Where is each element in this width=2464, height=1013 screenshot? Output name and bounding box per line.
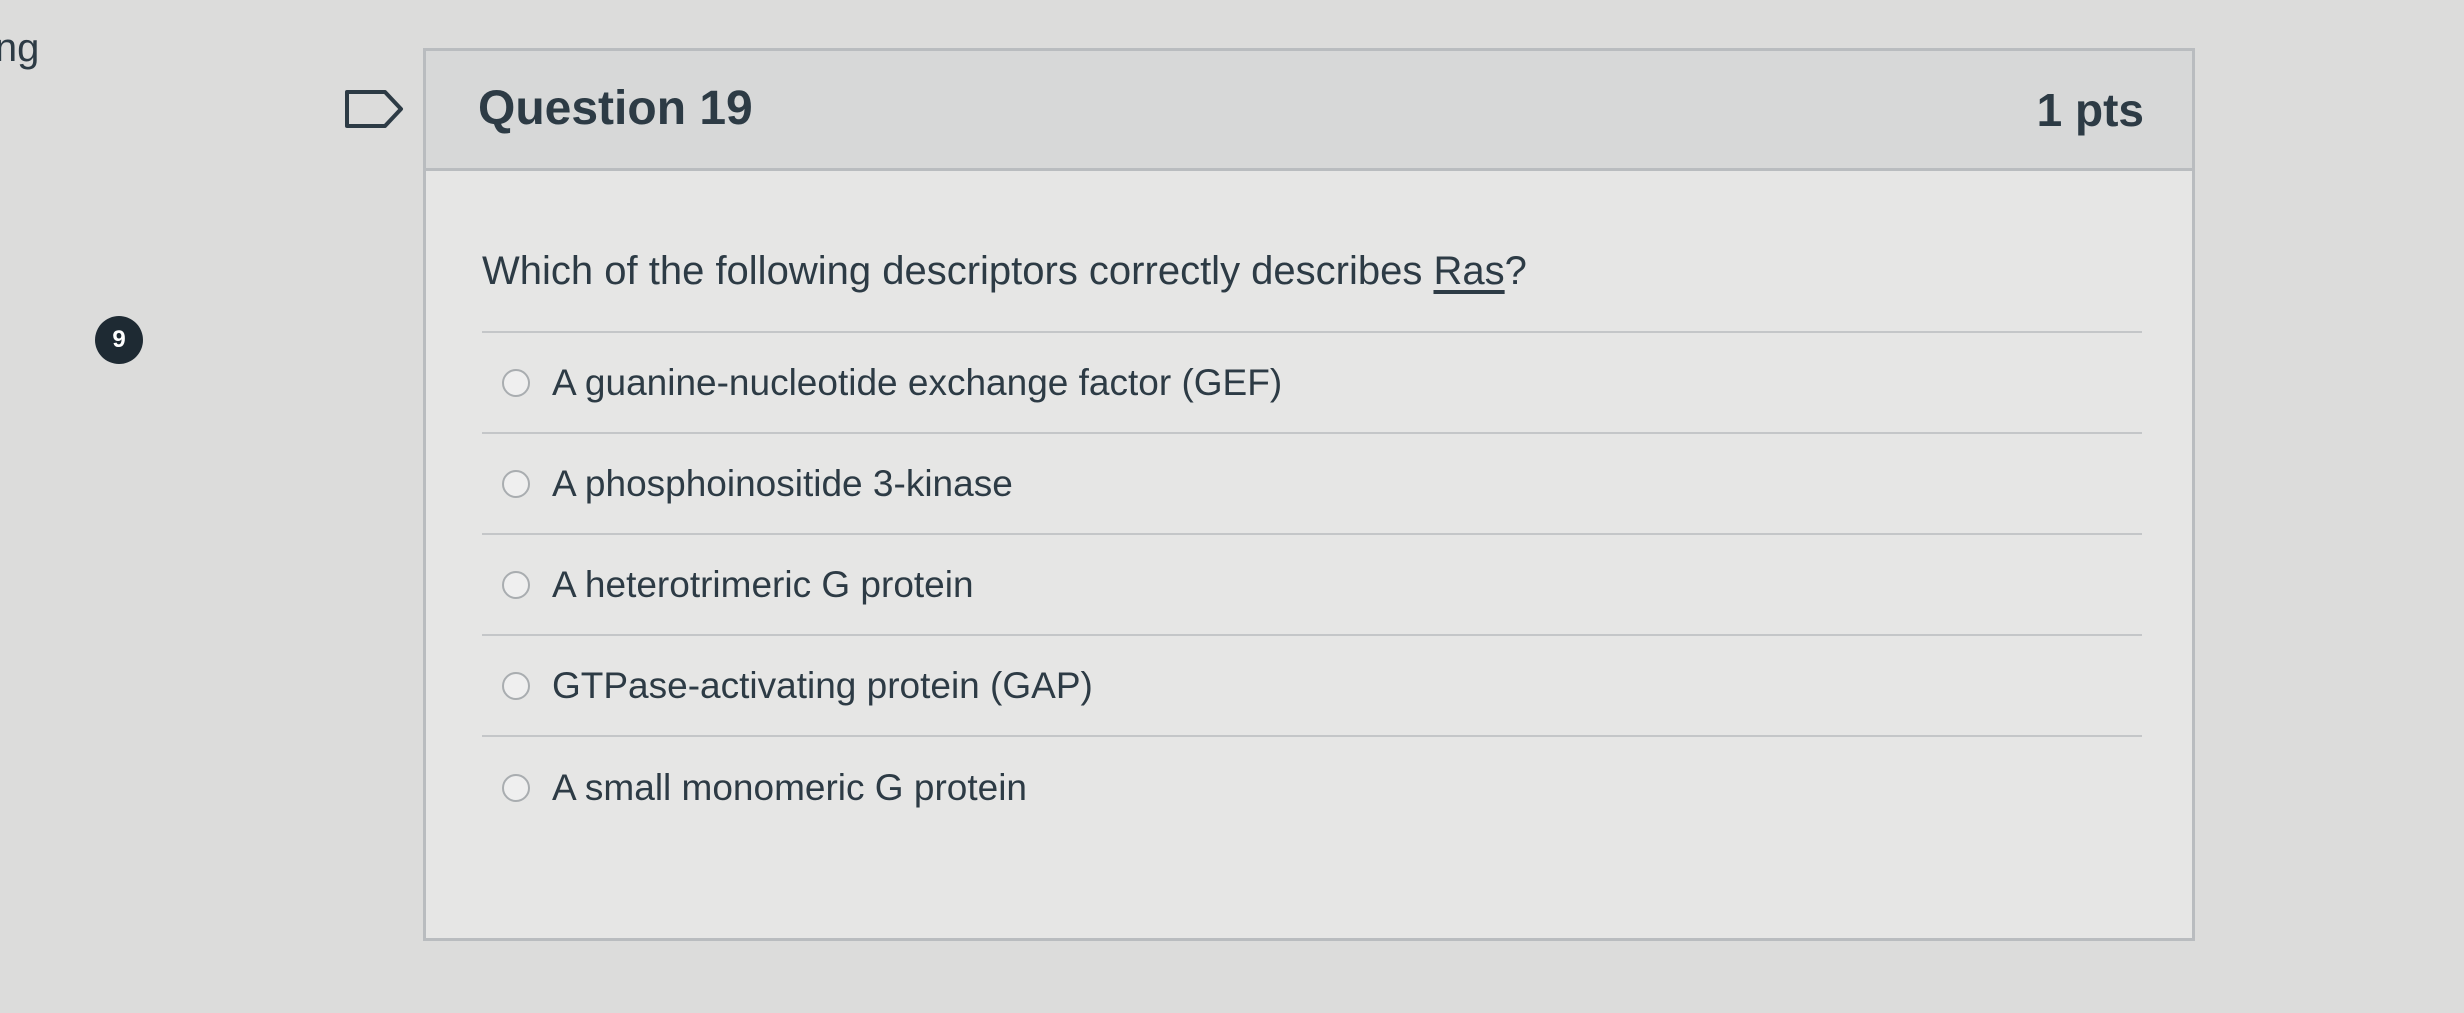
answer-option[interactable]: GTPase-activating protein (GAP) xyxy=(482,636,2142,737)
answer-list: A guanine-nucleotide exchange factor (GE… xyxy=(482,331,2142,838)
question-text-term: Ras xyxy=(1433,249,1505,293)
question-number-badge[interactable]: 9 xyxy=(95,316,143,364)
answer-label[interactable]: GTPase-activating protein (GAP) xyxy=(552,665,1093,707)
flag-question-icon[interactable] xyxy=(343,88,407,130)
answer-option[interactable]: A guanine-nucleotide exchange factor (GE… xyxy=(482,333,2142,434)
answer-option[interactable]: A small monomeric G protein xyxy=(482,737,2142,838)
question-text-start: Which of the following descriptors corre… xyxy=(482,249,1434,293)
question-text-end: ? xyxy=(1504,249,1527,293)
question-text: Which of the following descriptors corre… xyxy=(482,249,2142,331)
radio-button[interactable] xyxy=(502,368,530,397)
answer-label[interactable]: A guanine-nucleotide exchange factor (GE… xyxy=(552,362,1282,404)
answer-label[interactable]: A phosphoinositide 3-kinase xyxy=(552,463,1013,505)
radio-button[interactable] xyxy=(502,773,530,802)
question-card: Question 19 1 pts Which of the following… xyxy=(423,48,2195,941)
answer-option[interactable]: A heterotrimeric G protein xyxy=(482,535,2142,636)
radio-button[interactable] xyxy=(502,469,530,498)
answer-option[interactable]: A phosphoinositide 3-kinase xyxy=(482,434,2142,535)
radio-button[interactable] xyxy=(502,570,530,599)
question-body: Which of the following descriptors corre… xyxy=(426,249,2192,838)
question-header: Question 19 1 pts xyxy=(426,51,2192,171)
radio-button[interactable] xyxy=(502,671,530,700)
question-title: Question 19 xyxy=(478,82,753,135)
question-points: 1 pts xyxy=(2036,84,2144,136)
partial-heading-text: ing xyxy=(0,26,40,70)
answer-label[interactable]: A small monomeric G protein xyxy=(552,767,1027,809)
answer-label[interactable]: A heterotrimeric G protein xyxy=(552,564,974,606)
